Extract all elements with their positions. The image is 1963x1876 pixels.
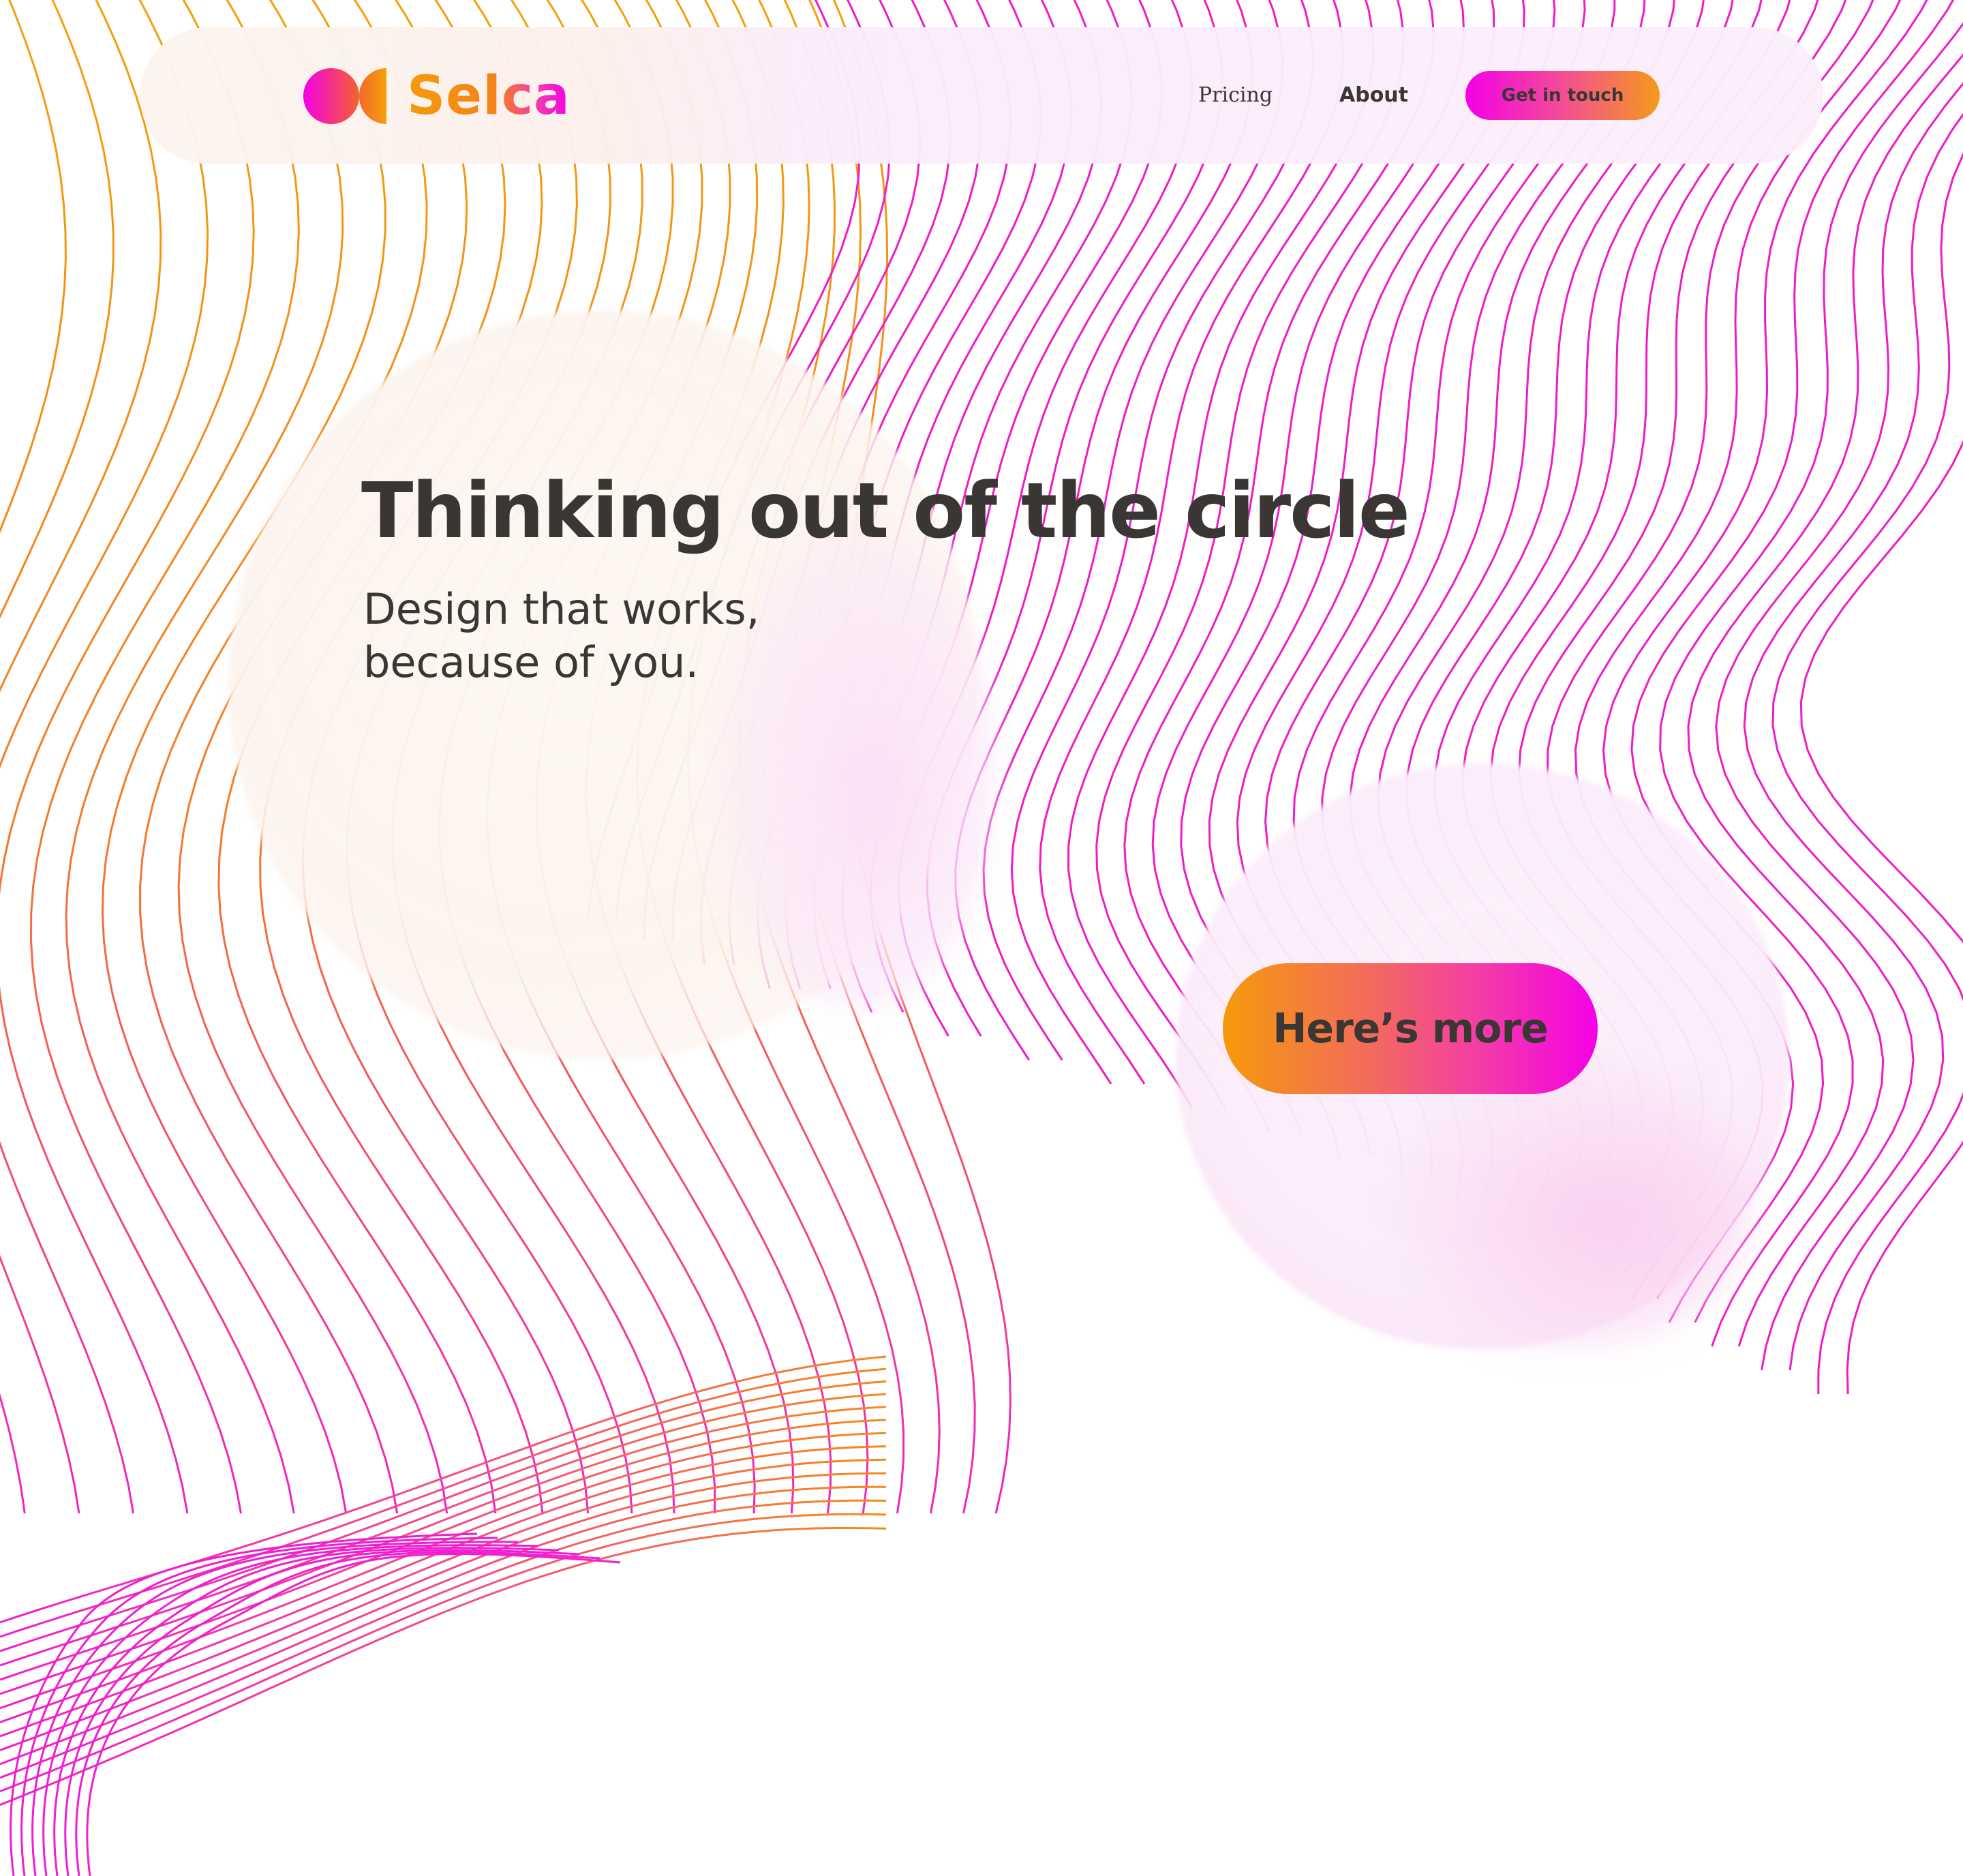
hero-subtitle-line-2: because of you. [363,637,699,687]
bottom-wave-lines [0,1355,887,1876]
nav-link-about[interactable]: About [1339,80,1408,110]
bottom-wave-line [0,1485,887,1766]
logo-half-circle-shape [359,68,386,124]
selca-logo-icon [303,68,386,124]
landing-page: Selca Pricing About Get in touch Thinkin… [0,0,1963,1876]
orange-wave-line [0,0,162,1514]
brand-name: Selca [407,65,570,127]
hero-title: Thinking out of the circle [361,467,1410,556]
hero-subtitle-line-1: Design that works, [363,584,760,634]
magenta-wave-line [1799,440,1963,1395]
orange-wave-line [0,0,209,1514]
orange-wave-line [0,0,67,534]
orange-wave-line [0,0,255,1514]
orange-wave-line [0,0,115,1514]
bottom-wave-line [86,1553,621,1876]
brand-logo[interactable]: Selca [303,66,570,126]
nav-link-pricing[interactable]: Pricing [1198,80,1273,110]
get-in-touch-button[interactable]: Get in touch [1465,71,1660,120]
heres-more-button[interactable]: Here’s more [1223,963,1598,1094]
hero-right-pink-glow [1397,1063,1752,1350]
bottom-wave-line [64,1549,580,1876]
bottom-wave-line [0,1527,887,1806]
logo-circle-shape [303,68,359,124]
hero-subtitle: Design that works, because of you. [363,583,1045,689]
